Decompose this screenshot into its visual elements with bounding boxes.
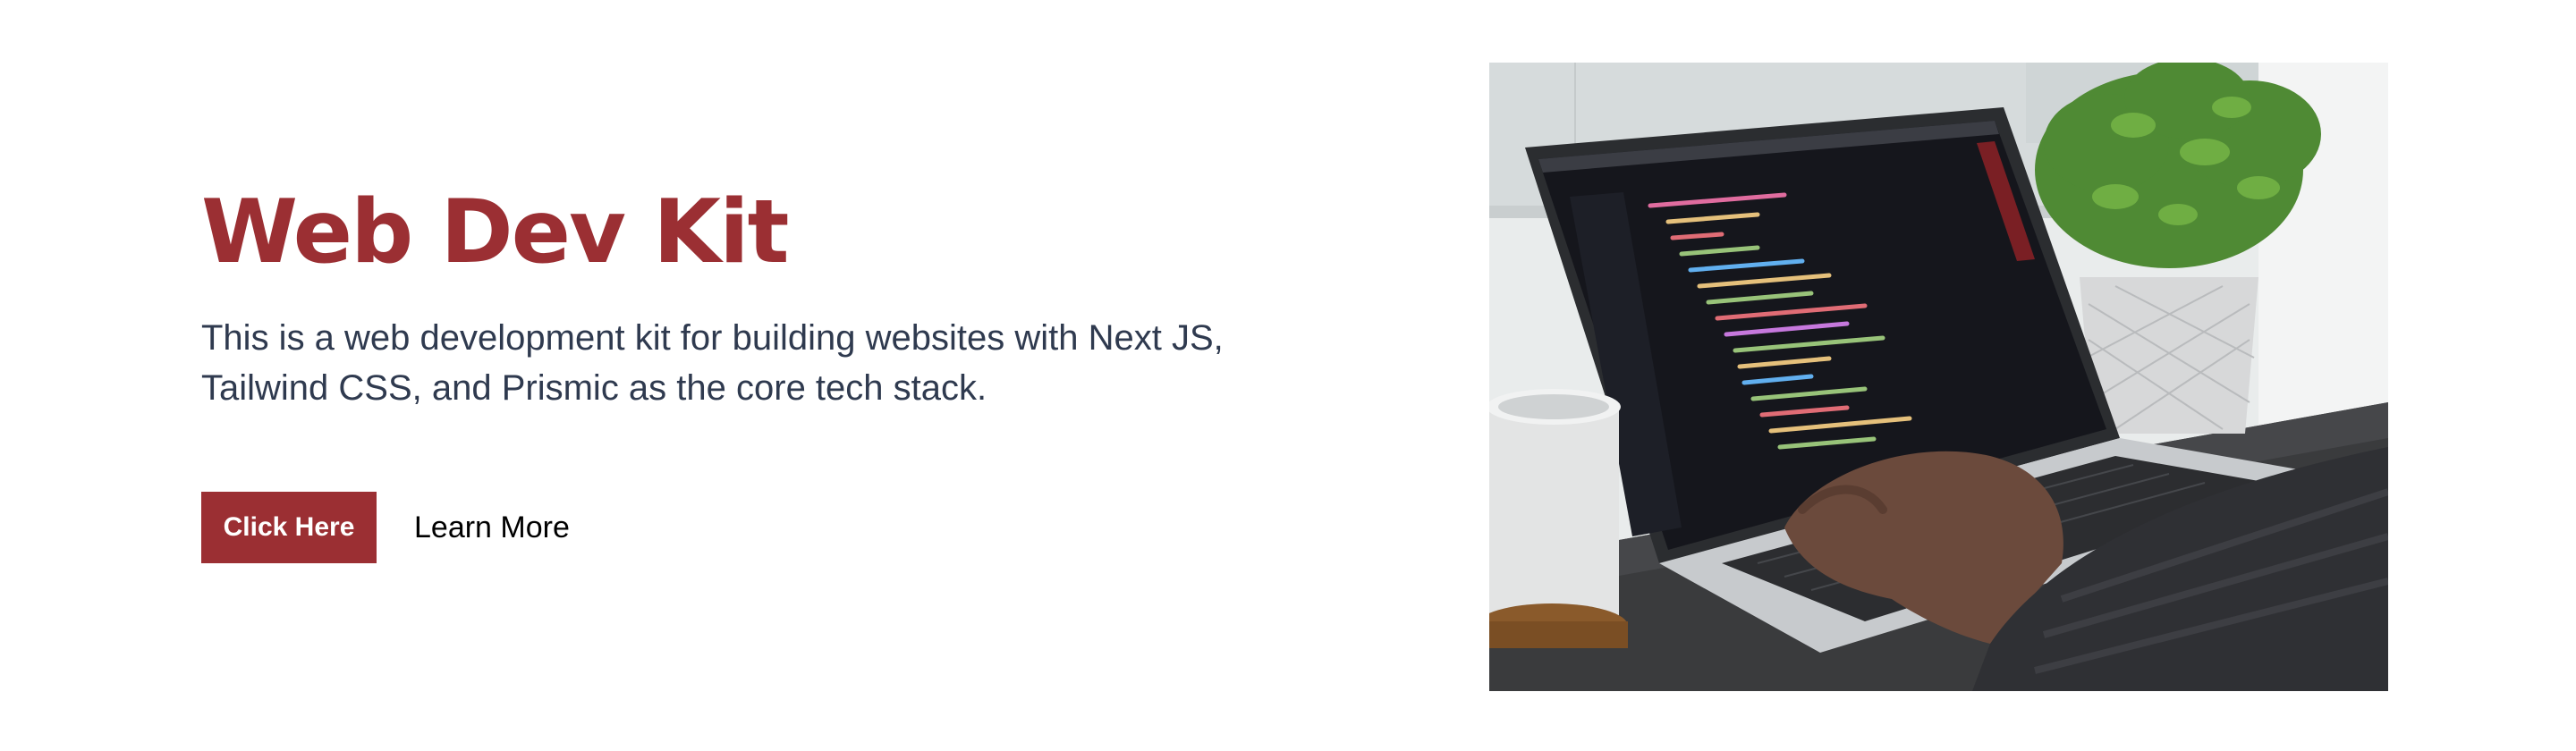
laptop-photo-illustration — [1489, 63, 2388, 691]
learn-more-link[interactable]: Learn More — [414, 511, 570, 545]
hero-content: Web Dev Kit This is a web development ki… — [201, 179, 1453, 563]
click-here-button[interactable]: Click Here — [201, 492, 377, 563]
hero-actions: Click Here Learn More — [201, 492, 1453, 563]
hero-section: Web Dev Kit This is a web development ki… — [0, 0, 2576, 751]
hero-image — [1489, 63, 2388, 691]
hero-title: Web Dev Kit — [201, 181, 790, 283]
hero-description: This is a web development kit for buildi… — [201, 318, 1224, 408]
